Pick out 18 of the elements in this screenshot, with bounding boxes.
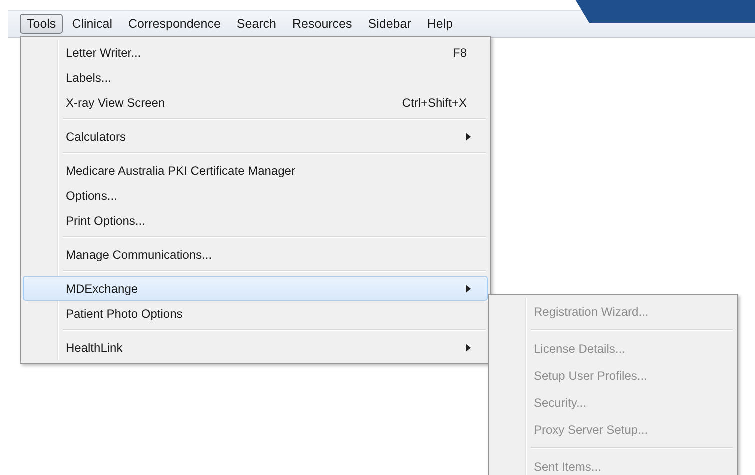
menu-item[interactable]: Print Options... xyxy=(23,208,488,233)
menu-item[interactable]: HealthLink xyxy=(23,335,488,360)
menu-item[interactable]: X-ray View Screen Ctrl+Shift+X xyxy=(23,90,488,115)
menu-item[interactable]: Patient Photo Options xyxy=(23,301,488,326)
menu-bar-item[interactable]: Clinical xyxy=(65,14,120,34)
menu-bar-item[interactable]: Sidebar xyxy=(361,14,418,34)
menu-item[interactable]: Letter Writer... F8 xyxy=(23,40,488,65)
menu-item[interactable]: MDExchange xyxy=(23,276,488,301)
menu-bar-item[interactable]: Resources xyxy=(286,14,360,34)
menu-bar-item[interactable]: Search xyxy=(230,14,284,34)
menu-item[interactable]: Medicare Australia PKI Certificate Manager xyxy=(23,158,488,183)
menu-item[interactable]: Labels... xyxy=(23,65,488,90)
menu-item[interactable]: Options... xyxy=(23,183,488,208)
menu-bar-item[interactable]: Help xyxy=(420,14,460,34)
menu-bar-item[interactable]: Tools xyxy=(20,14,64,34)
menu-item[interactable]: Manage Communications... xyxy=(23,242,488,267)
menu-bar-item[interactable]: Correspondence xyxy=(121,14,228,34)
menu-item[interactable]: Calculators xyxy=(23,124,488,149)
